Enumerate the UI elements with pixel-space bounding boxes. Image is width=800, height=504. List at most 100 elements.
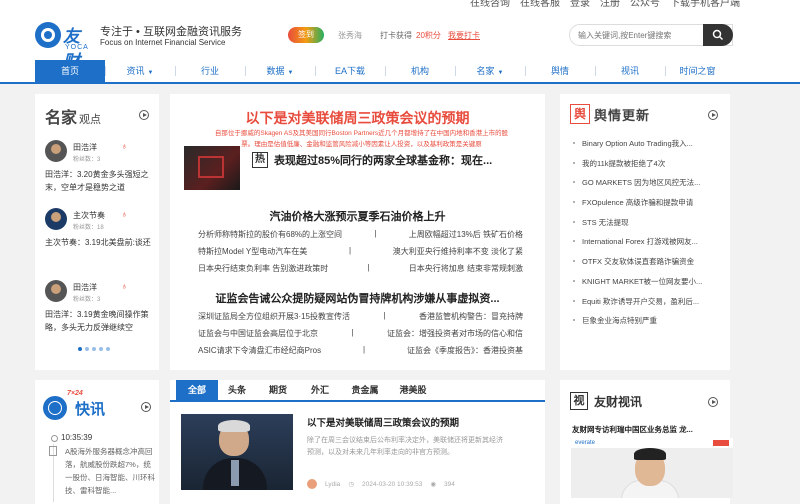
list-item[interactable]: KNIGHT MARKET被一位网友要小... xyxy=(570,276,725,296)
news-link[interactable]: 香港监管机构警告：冒充持牌 xyxy=(419,311,523,322)
expert-quote[interactable]: 田浩洋：3.19黄金晚间操作策略，多头无力反弹继续空 xyxy=(45,308,157,334)
news-link[interactable]: 日本央行将加息 结束非常规刺激 xyxy=(409,263,523,274)
next-arrow-icon[interactable] xyxy=(141,402,151,412)
video-thumbnail[interactable]: everate xyxy=(571,438,733,498)
medal-icon: ♁ xyxy=(121,141,128,151)
expert-fans: 粉丝数：3 xyxy=(73,297,101,303)
article-title[interactable]: 以下是对美联储周三政策会议的预期 xyxy=(307,415,459,429)
list-item[interactable]: International Forex 打游戏被网友... xyxy=(570,236,725,256)
expert-quote[interactable]: 田浩洋：3.20黄金多头强短之末，空单才是稳势之道 xyxy=(45,168,157,194)
list-item[interactable]: GO MARKETS 因为地区风控无法... xyxy=(570,177,725,197)
expert-quote[interactable]: 主次节奏：3.19北美盘前:谈还 xyxy=(45,236,157,249)
logo-mark-icon xyxy=(35,22,61,48)
article-views: 394 xyxy=(444,480,455,488)
next-arrow-icon[interactable] xyxy=(139,110,149,120)
nav-item-time-window[interactable]: 时间之窗 xyxy=(665,60,730,82)
news-link[interactable]: 深圳证监局全方位组织开展3·15投教宣传活 xyxy=(198,311,350,322)
nav-item-news[interactable]: 资讯 ▼ xyxy=(105,60,175,82)
news-tabs: 全部 头条 期货 外汇 贵金属 港美股 xyxy=(170,380,545,402)
news-divider: | xyxy=(367,263,370,272)
news-link[interactable]: 特斯拉Model Y型电动汽车在美 xyxy=(198,246,307,257)
news-link[interactable]: 澳大利亚央行维持利率不变 淡化了紧 xyxy=(393,246,523,257)
headline-panel: 以下是对美联储周三政策会议的预期 自那位于挪威的Skagen AS及其美国同行B… xyxy=(170,94,545,370)
tab-headlines[interactable]: 头条 xyxy=(218,380,256,400)
next-arrow-icon[interactable] xyxy=(708,397,718,407)
article-thumbnail[interactable] xyxy=(181,414,293,490)
tab-precious-metals[interactable]: 贵金属 xyxy=(342,380,388,400)
carousel-dot[interactable] xyxy=(106,347,110,351)
nav-item-home[interactable]: 首页 xyxy=(35,60,105,82)
news-link[interactable]: 证监会：增强投资者对市场的信心和信 xyxy=(387,328,523,339)
search-button[interactable] xyxy=(703,24,733,46)
medal-icon: ♁ xyxy=(121,209,128,219)
nav-item-video[interactable]: 视讯 xyxy=(595,60,665,82)
hot-article-thumbnail[interactable] xyxy=(184,146,240,190)
flash-news-text[interactable]: A股海外服务器概念冲高回落，航威股份跌超7%，统一股份、日海智能、川环科技、雷科… xyxy=(65,445,157,497)
news-link[interactable]: ASIC请求下令清盘汇市经纪商Pros xyxy=(198,345,321,356)
tab-futures[interactable]: 期货 xyxy=(258,380,298,400)
document-icon xyxy=(49,446,57,456)
tab-hk-us-stocks[interactable]: 港美股 xyxy=(390,380,436,400)
list-item[interactable]: Equiti 欺诈诱导开户交易，盈利后... xyxy=(570,296,725,316)
list-item[interactable]: STS 无法提现 xyxy=(570,217,725,237)
carousel-dot[interactable] xyxy=(78,347,82,351)
nav-item-data[interactable]: 数据 ▼ xyxy=(245,60,315,82)
slogan-en: Focus on Internet Financial Service xyxy=(100,38,226,47)
carousel-dot[interactable] xyxy=(99,347,103,351)
news-link[interactable]: 证监会《季度报告》：香港投资基 xyxy=(407,345,523,356)
public-opinion-icon: 舆 xyxy=(570,104,590,124)
list-item[interactable]: 我的11k提款被拒绝了4次 xyxy=(570,158,725,178)
list-item[interactable]: Binary Option Auto Trading我入... xyxy=(570,138,725,158)
experts-title-suffix: 观点 xyxy=(79,114,102,126)
clock-icon: ◷ xyxy=(348,481,354,488)
next-arrow-icon[interactable] xyxy=(708,110,718,120)
nav-item-ea-download[interactable]: EA下载 xyxy=(315,60,385,82)
expert-item[interactable]: 田浩洋 ♁ 粉丝数：3 田浩洋：3.20黄金多头强短之末，空单才是稳势之道 xyxy=(45,140,155,200)
news-divider: | xyxy=(348,246,352,255)
user-name[interactable]: 张秀海 xyxy=(338,30,362,41)
checkin-button[interactable]: 我要打卡 xyxy=(448,30,480,41)
article-date: 2024-03-20 10:39:53 xyxy=(361,480,423,488)
section-headline[interactable]: 证监会告诫公众提防疑网站伪冒持牌机构涉嫌从事虚拟资... xyxy=(170,290,545,306)
eye-icon: ◉ xyxy=(430,481,437,488)
list-item[interactable]: 巨象金业海点特别严重 xyxy=(570,315,725,335)
public-opinion-list: Binary Option Auto Trading我入... 我的11k提款被… xyxy=(570,138,725,335)
nav-item-experts[interactable]: 名家 ▼ xyxy=(455,60,525,82)
carousel-dot[interactable] xyxy=(85,347,89,351)
section-headline[interactable]: 汽油价格大涨预示夏季石油价格上升 xyxy=(170,208,545,224)
video-panel: 视 友财视讯 友财网专访利瑞中国区业务总监 龙... everate xyxy=(560,380,733,504)
tab-all[interactable]: 全部 xyxy=(176,380,218,400)
article-author[interactable]: Lydia xyxy=(325,481,340,488)
site-logo[interactable]: 友财 YOCA xyxy=(35,20,93,71)
carousel-dot[interactable] xyxy=(92,347,96,351)
hot-article-title[interactable]: 表现超过85%同行的两家全球基金称：现在... xyxy=(274,152,492,168)
nav-item-institution[interactable]: 机构 xyxy=(385,60,455,82)
checkin-badge[interactable]: 签到 xyxy=(288,27,324,43)
search-input[interactable] xyxy=(570,25,700,45)
news-link[interactable]: 分析师称特斯拉的股价有68%的上涨空间 xyxy=(198,229,342,240)
expert-item[interactable]: 主次节奏 ♁ 粉丝数：18 主次节奏：3.19北美盘前:谈还 xyxy=(45,208,155,268)
news-link[interactable]: 证监会与中国证监会高层位于北京 xyxy=(198,328,318,339)
flash-news-time: 10:35:39 xyxy=(51,433,92,442)
flash-badge: 7×24 xyxy=(67,390,83,397)
list-item[interactable]: OTFX 交友软体误直套路诈骗资金 xyxy=(570,256,725,276)
news-divider: | xyxy=(374,229,377,238)
video-title[interactable]: 友财网专访利瑞中国区业务总监 龙... xyxy=(572,424,693,435)
list-item[interactable]: FXOpulence 高级诈骗和提款申请 xyxy=(570,197,725,217)
nav-item-industry[interactable]: 行业 xyxy=(175,60,245,82)
avatar xyxy=(45,280,67,302)
main-nav: 首页 资讯 ▼ 行业 数据 ▼ EA下载 机构 名家 ▼ 舆情 视讯 时间之窗 xyxy=(0,60,800,84)
news-link[interactable]: 上周欧幅超过13%后 铁矿石价格 xyxy=(409,229,523,240)
thumb-logo: everate xyxy=(575,440,596,446)
expert-item[interactable]: 田浩洋 ♁ 粉丝数：3 田浩洋：3.19黄金晚间操作策略，多头无力反弹继续空 xyxy=(45,280,155,340)
expert-fans: 粉丝数：18 xyxy=(73,225,104,231)
avatar xyxy=(45,140,67,162)
news-row: 证监会与中国证监会高层位于北京 | 证监会：增强投资者对市场的信心和信 xyxy=(198,328,523,339)
main-headline[interactable]: 以下是对美联储周三政策会议的预期 xyxy=(170,108,545,128)
tab-forex[interactable]: 外汇 xyxy=(300,380,340,400)
news-divider: | xyxy=(383,311,386,320)
video-panel-title: 友财视讯 xyxy=(594,395,643,409)
news-link[interactable]: 日本央行结束负利率 告别激进政策时 xyxy=(198,263,328,274)
nav-item-public-opinion[interactable]: 舆情 xyxy=(525,60,595,82)
search-box xyxy=(569,24,733,46)
